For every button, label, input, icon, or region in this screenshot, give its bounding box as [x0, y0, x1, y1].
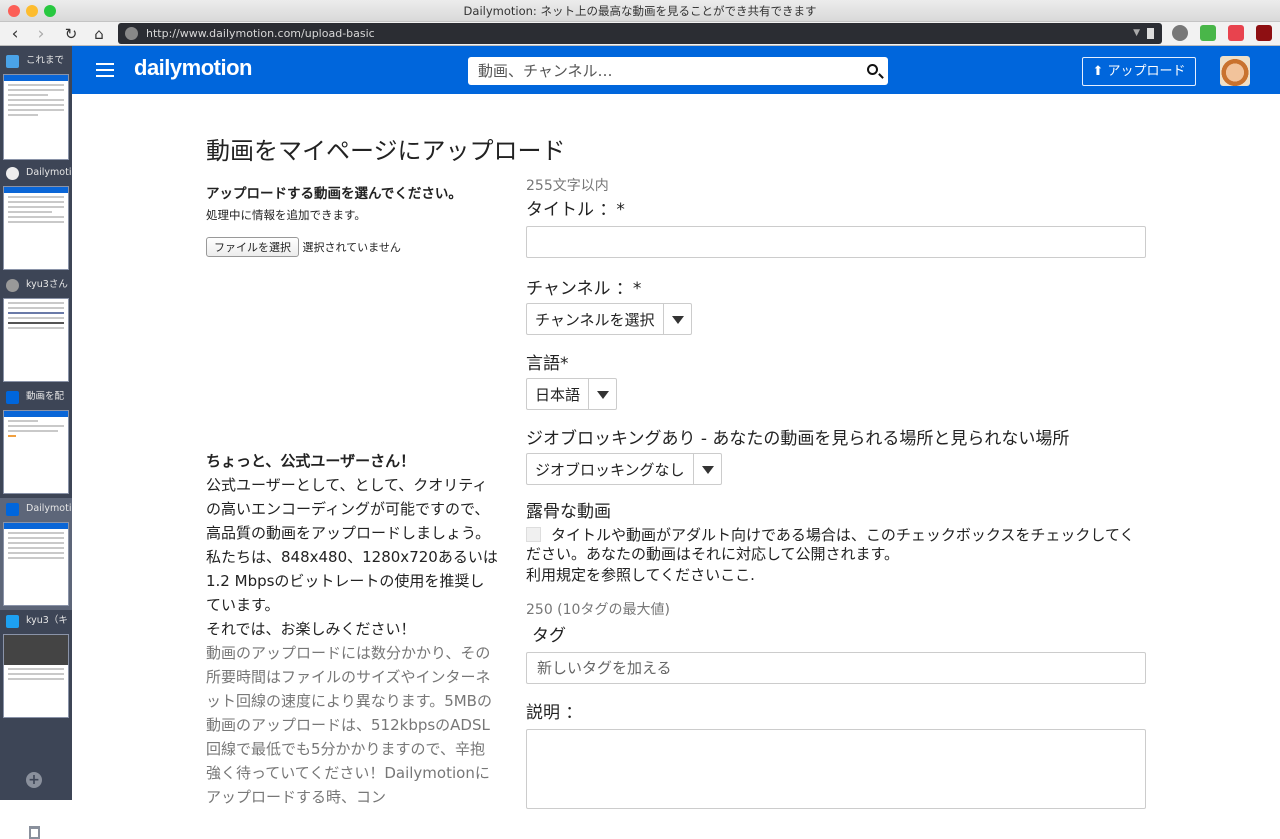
- twitter-icon: [6, 615, 19, 628]
- tags-hint: 250 (10タグの最大値): [526, 602, 670, 618]
- tab-item[interactable]: kyu3さん: [0, 274, 72, 386]
- tab-label: kyu3さん: [26, 279, 68, 290]
- explicit-label: 露骨な動画: [526, 502, 611, 522]
- dailymotion-icon: [6, 167, 19, 180]
- tab-thumbnail: [3, 298, 69, 382]
- tab-sidebar: これまで Dailymotion kyu3さん 動画を配 Dailymotion…: [0, 46, 72, 839]
- avatar[interactable]: [1220, 56, 1250, 86]
- chevron-down-icon: [588, 379, 616, 409]
- tags-field: [526, 652, 1146, 684]
- tab-label: これまで: [26, 55, 65, 66]
- browser-toolbar: ‹ › ↻ ⌂ http://www.dailymotion.com/uploa…: [0, 22, 1280, 46]
- tab-thumbnail: [3, 634, 69, 718]
- dailymotion-icon: [6, 503, 19, 516]
- description-textarea[interactable]: [526, 729, 1146, 809]
- history-icon: [6, 55, 19, 68]
- channel-select-value: チャンネルを選択: [535, 310, 655, 329]
- tab-item[interactable]: kyu3（キ: [0, 610, 72, 722]
- language-label: 言語*: [526, 354, 569, 374]
- upload-button[interactable]: ⬆ アップロード: [1082, 57, 1196, 86]
- file-select-subtext: 処理中に情報を追加できます。: [206, 208, 366, 222]
- upload-time-note: 動画のアップロードには数分かかり、その所要時間はファイルのサイズやインターネット…: [206, 644, 492, 806]
- url-dropdown-icon[interactable]: ▼: [1133, 23, 1140, 44]
- tab-thumbnail: [3, 410, 69, 494]
- tab-item[interactable]: Dailymotion: [0, 162, 72, 272]
- home-icon[interactable]: ⌂: [88, 23, 110, 45]
- explicit-row: タイトルや動画がアダルト向けである場合は、このチェックボックスをチェックしてくだ…: [526, 526, 1146, 564]
- url-text: http://www.dailymotion.com/upload-basic: [146, 27, 375, 40]
- upload-form: 255文字以内 タイトル ：* チャンネル ：* チャンネルを選択 言語* 日本…: [526, 175, 1146, 809]
- tab-label: 動画を配: [26, 391, 65, 402]
- channel-label: チャンネル ：*: [526, 279, 642, 299]
- file-select-section: アップロードする動画を選んでください。 処理中に情報を追加できます。 ファイルを…: [206, 184, 498, 257]
- back-icon[interactable]: ‹: [4, 23, 26, 45]
- tab-label: kyu3（キ: [26, 615, 68, 626]
- download-icon[interactable]: [1200, 25, 1216, 41]
- globe-icon: [125, 27, 138, 40]
- dailymotion-logo[interactable]: dailymotion: [134, 55, 252, 81]
- chevron-down-icon: [662, 304, 691, 334]
- tab-item-active[interactable]: Dailymotion: [0, 498, 72, 610]
- title-hint: 255文字以内: [526, 178, 609, 194]
- upload-arrow-icon: ⬆: [1092, 64, 1104, 79]
- tab-item[interactable]: 動画を配: [0, 386, 72, 498]
- official-paragraph: 公式ユーザーとして、として、クオリティの高いエンコーディングが可能ですので、高品…: [206, 476, 498, 614]
- tab-thumbnail: [3, 186, 69, 270]
- language-select-value: 日本語: [535, 385, 581, 404]
- pocket-icon[interactable]: [1228, 25, 1244, 41]
- explicit-checkbox[interactable]: [526, 527, 541, 542]
- description-label: 説明 ：: [526, 703, 583, 723]
- forward-icon[interactable]: ›: [30, 23, 52, 45]
- dailymotion-icon: [6, 391, 19, 404]
- kyu3-icon: [6, 279, 19, 292]
- geoblocking-select-value: ジオブロッキングなし: [535, 460, 685, 479]
- title-label: タイトル ：*: [526, 200, 625, 220]
- choose-file-button[interactable]: ファイルを選択: [206, 237, 299, 257]
- menu-icon[interactable]: [96, 63, 114, 77]
- window-titlebar: Dailymotion: ネット上の最高な動画を見ることができ共有できます: [0, 0, 1280, 22]
- new-tab-icon[interactable]: +: [26, 772, 42, 788]
- page-title: 動画をマイページにアップロード: [206, 137, 566, 165]
- extension-rocket-icon[interactable]: [1172, 25, 1188, 41]
- file-status: 選択されていません: [302, 241, 401, 254]
- reload-icon[interactable]: ↻: [60, 23, 82, 45]
- search-box: [468, 57, 888, 85]
- title-input[interactable]: [526, 226, 1146, 258]
- upload-button-label: アップロード: [1107, 64, 1186, 79]
- close-window-button[interactable]: [8, 5, 20, 17]
- geoblocking-select[interactable]: ジオブロッキングなし: [526, 453, 722, 485]
- official-heading: ちょっと、公式ユーザーさん！: [206, 452, 416, 470]
- tab-label: Dailymotion: [26, 503, 72, 514]
- language-select[interactable]: 日本語: [526, 378, 618, 410]
- tab-thumbnail: [3, 74, 69, 160]
- site-header: dailymotion ⬆ アップロード: [72, 46, 1280, 94]
- search-icon[interactable]: [867, 64, 878, 75]
- file-select-heading: アップロードする動画を選んでください。: [206, 186, 462, 202]
- geoblocking-label: ジオブロッキングあり - あなたの動画を見られる場所と見られない場所: [526, 429, 1070, 449]
- search-input[interactable]: [468, 57, 848, 85]
- window-title: Dailymotion: ネット上の最高な動画を見ることができ共有できます: [463, 4, 817, 18]
- url-bar[interactable]: http://www.dailymotion.com/upload-basic …: [118, 23, 1162, 44]
- terms-link[interactable]: 利用規定を参照してくださいここ.: [526, 566, 1146, 585]
- file-input-row: ファイルを選択 選択されていません: [206, 237, 498, 257]
- zoom-window-button[interactable]: [44, 5, 56, 17]
- tab-item[interactable]: これまで: [0, 50, 72, 162]
- chevron-down-icon: [692, 454, 721, 484]
- trash-icon[interactable]: [29, 826, 40, 839]
- tab-label: Dailymotion: [26, 167, 72, 178]
- official-closing: それでは、お楽しみください！: [206, 620, 416, 638]
- ublock-icon[interactable]: [1256, 25, 1272, 41]
- explicit-text: タイトルや動画がアダルト向けである場合は、このチェックボックスをチェックしてくだ…: [526, 526, 1135, 563]
- bookmark-icon[interactable]: [1147, 28, 1154, 39]
- tab-thumbnail: [3, 522, 69, 606]
- minimize-window-button[interactable]: [26, 5, 38, 17]
- tags-input[interactable]: [526, 652, 1146, 684]
- tags-label: タグ: [532, 626, 566, 646]
- official-user-notice: ちょっと、公式ユーザーさん！ 公式ユーザーとして、として、クオリティの高いエンコ…: [206, 449, 498, 809]
- channel-select[interactable]: チャンネルを選択: [526, 303, 692, 335]
